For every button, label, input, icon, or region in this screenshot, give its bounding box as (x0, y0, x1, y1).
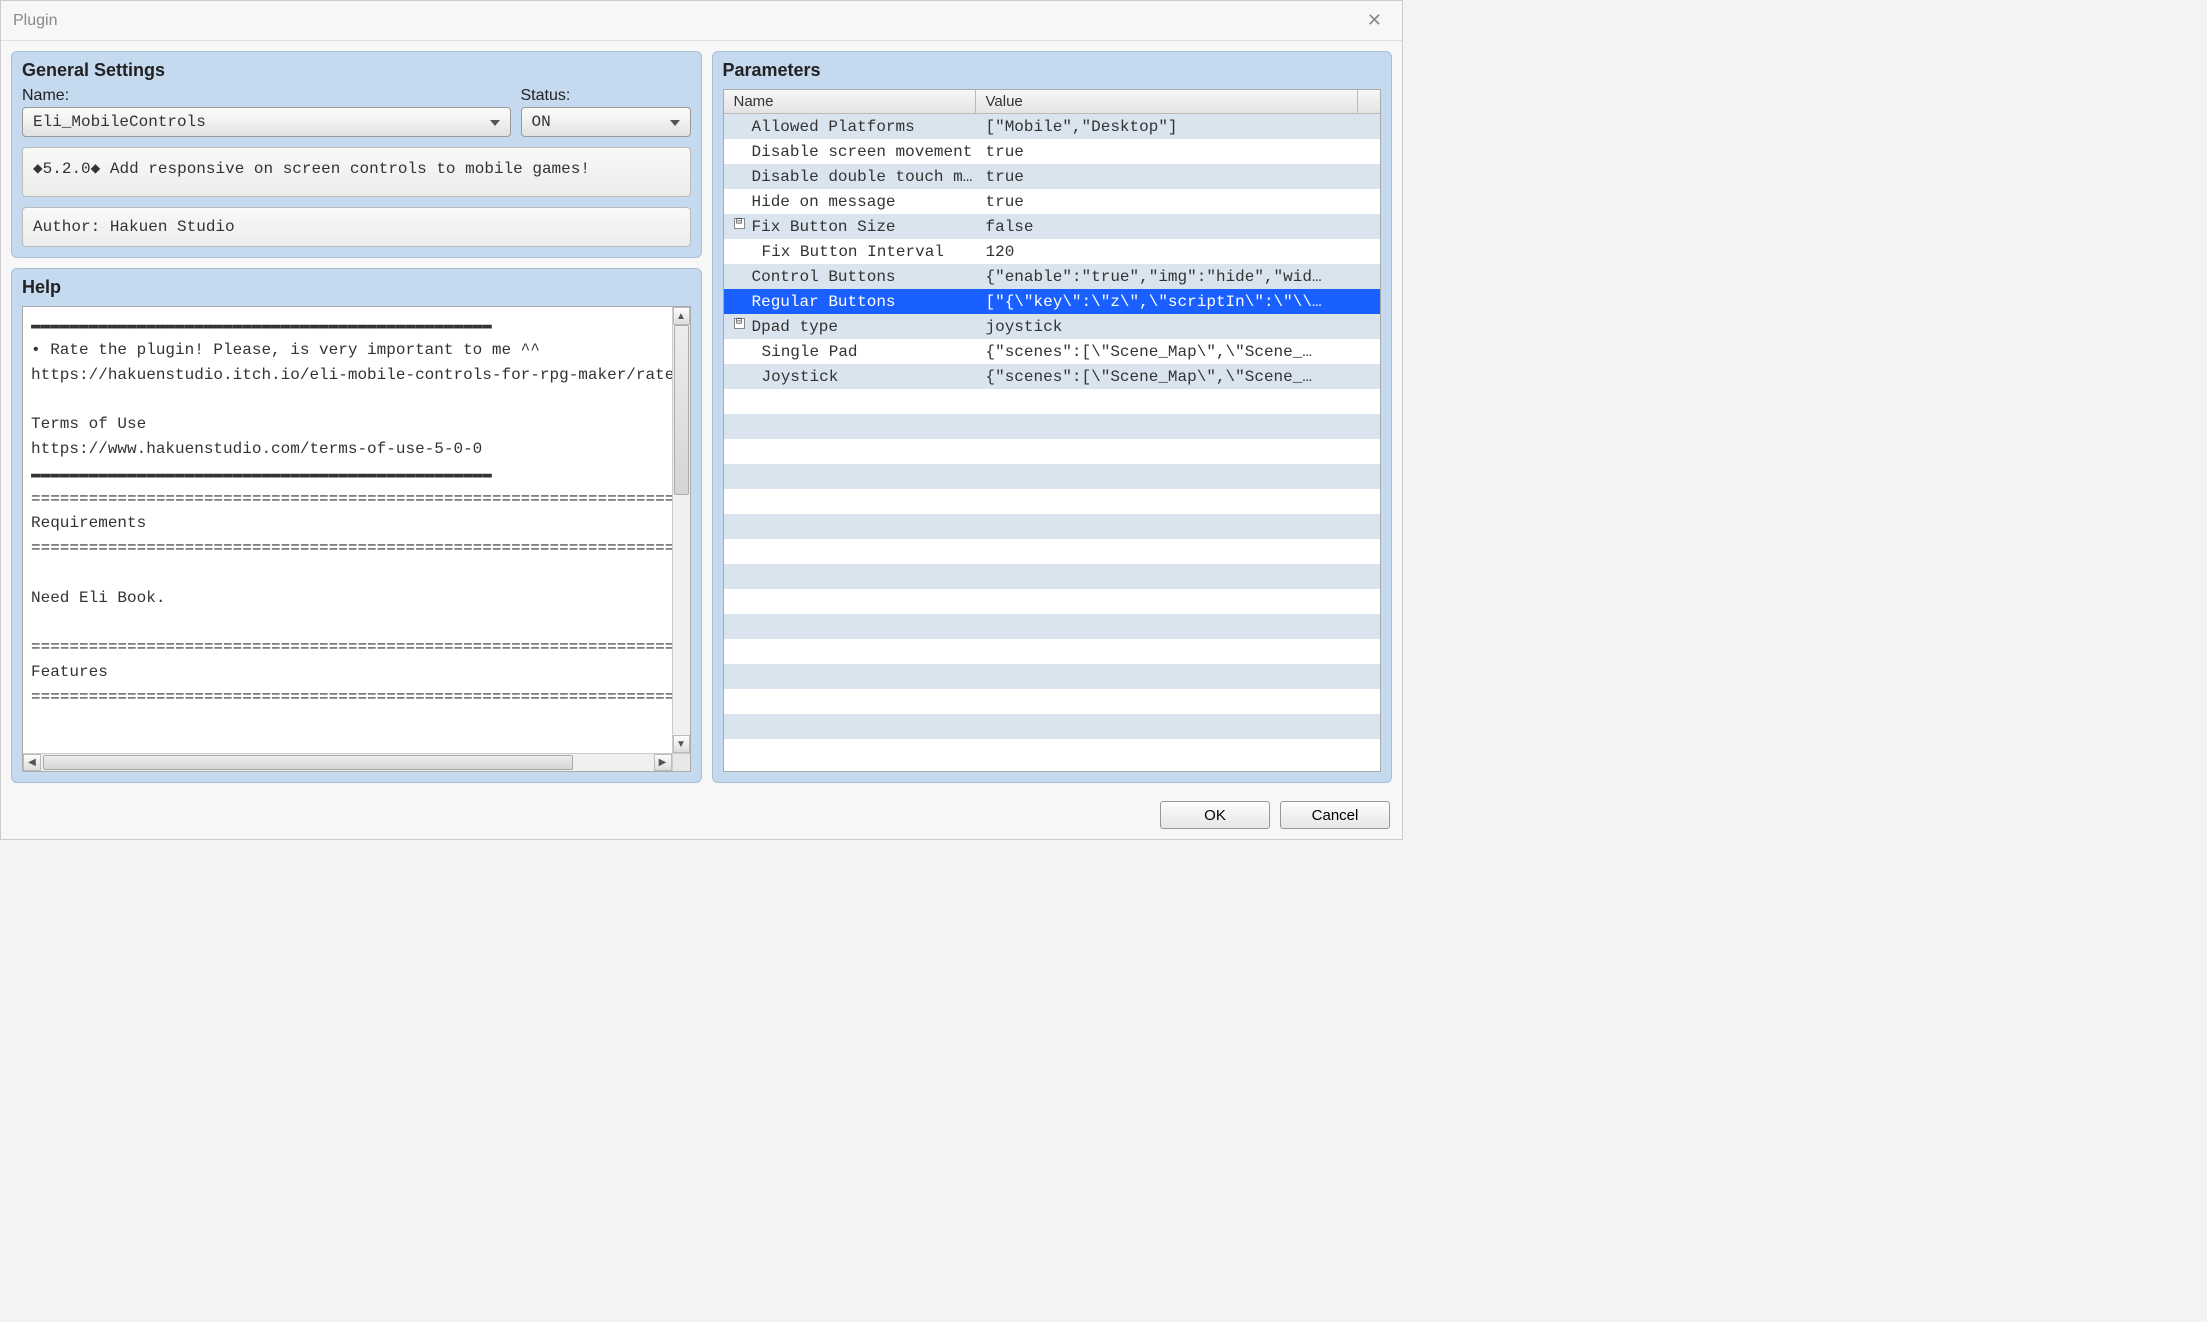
parameters-rows: Allowed Platforms["Mobile","Desktop"]Dis… (724, 114, 1381, 771)
plugin-name-value: Eli_MobileControls (33, 113, 206, 131)
general-settings-title: General Settings (22, 60, 691, 81)
parameter-value: {"scenes":[\"Scene_Map\",\"Scene_… (976, 343, 1381, 361)
help-title: Help (22, 277, 691, 298)
parameter-row-empty (724, 689, 1381, 714)
parameter-row[interactable]: Hide on messagetrue (724, 189, 1381, 214)
parameter-name: Allowed Platforms (724, 118, 976, 136)
parameter-name: Disable screen movement (724, 143, 976, 161)
close-icon[interactable]: ✕ (1359, 6, 1390, 35)
plugin-author: Author: Hakuen Studio (22, 207, 691, 247)
collapse-icon[interactable]: ⊟ (734, 218, 745, 229)
parameter-row[interactable]: Regular Buttons["{\"key\":\"z\",\"script… (724, 289, 1381, 314)
parameter-row[interactable]: Allowed Platforms["Mobile","Desktop"] (724, 114, 1381, 139)
parameter-value: ["Mobile","Desktop"] (976, 118, 1381, 136)
parameter-row-empty (724, 639, 1381, 664)
parameter-row-empty (724, 514, 1381, 539)
parameters-header: Name Value (724, 90, 1381, 114)
parameter-name: Single Pad (724, 343, 976, 361)
parameter-row-empty (724, 414, 1381, 439)
left-column: General Settings Name: Eli_MobileControl… (11, 51, 702, 783)
parameter-row[interactable]: Single Pad{"scenes":[\"Scene_Map\",\"Sce… (724, 339, 1381, 364)
scroll-right-icon[interactable]: ▶ (654, 754, 672, 771)
scroll-thumb[interactable] (674, 325, 689, 495)
general-settings-group: General Settings Name: Eli_MobileControl… (11, 51, 702, 258)
parameter-row-empty (724, 714, 1381, 739)
parameter-value: {"scenes":[\"Scene_Map\",\"Scene_… (976, 368, 1381, 386)
status-label: Status: (521, 87, 691, 105)
scroll-left-icon[interactable]: ◀ (23, 754, 41, 771)
parameter-value: false (976, 218, 1381, 236)
parameter-value: {"enable":"true","img":"hide","wid… (976, 268, 1381, 286)
column-header-name[interactable]: Name (724, 90, 976, 113)
plugin-status-value: ON (532, 113, 551, 131)
right-column: Parameters Name Value Allowed Platforms[… (712, 51, 1393, 783)
help-horizontal-scrollbar[interactable]: ◀ ▶ (23, 753, 672, 771)
parameter-row[interactable]: ⊟Fix Button Sizefalse (724, 214, 1381, 239)
parameter-row[interactable]: ⊟Dpad typejoystick (724, 314, 1381, 339)
help-textarea[interactable]: ▬▬▬▬▬▬▬▬▬▬▬▬▬▬▬▬▬▬▬▬▬▬▬▬▬▬▬▬▬▬▬▬▬▬▬▬▬▬▬▬… (22, 306, 691, 772)
parameter-value: true (976, 143, 1381, 161)
parameter-row[interactable]: Joystick{"scenes":[\"Scene_Map\",\"Scene… (724, 364, 1381, 389)
content-area: General Settings Name: Eli_MobileControl… (1, 41, 1402, 793)
parameters-table[interactable]: Name Value Allowed Platforms["Mobile","D… (723, 89, 1382, 772)
parameter-row[interactable]: Control Buttons{"enable":"true","img":"h… (724, 264, 1381, 289)
column-header-value[interactable]: Value (976, 90, 1359, 113)
parameter-value: true (976, 168, 1381, 186)
plugin-status-select[interactable]: ON (521, 107, 691, 137)
scroll-corner (672, 753, 690, 771)
scroll-down-icon[interactable]: ▼ (673, 735, 690, 753)
parameter-name: ⊟Fix Button Size (724, 218, 976, 236)
plugin-name-select[interactable]: Eli_MobileControls (22, 107, 511, 137)
parameter-value: 120 (976, 243, 1381, 261)
parameter-name: Disable double touch menu (724, 168, 976, 186)
scroll-up-icon[interactable]: ▲ (673, 307, 690, 325)
parameter-row[interactable]: Fix Button Interval120 (724, 239, 1381, 264)
name-label: Name: (22, 87, 511, 105)
parameter-row-empty (724, 389, 1381, 414)
parameters-title: Parameters (723, 60, 1382, 81)
parameter-row[interactable]: Disable double touch menutrue (724, 164, 1381, 189)
parameter-row-empty (724, 664, 1381, 689)
help-text: ▬▬▬▬▬▬▬▬▬▬▬▬▬▬▬▬▬▬▬▬▬▬▬▬▬▬▬▬▬▬▬▬▬▬▬▬▬▬▬▬… (23, 307, 690, 771)
parameter-row-empty (724, 539, 1381, 564)
titlebar: Plugin ✕ (1, 1, 1402, 41)
parameter-value: ["{\"key\":\"z\",\"scriptIn\":\"\\… (976, 293, 1381, 311)
plugin-description: ◆5.2.0◆ Add responsive on screen control… (22, 147, 691, 197)
parameter-row[interactable]: Disable screen movementtrue (724, 139, 1381, 164)
parameter-value: true (976, 193, 1381, 211)
parameters-group: Parameters Name Value Allowed Platforms[… (712, 51, 1393, 783)
hscroll-thumb[interactable] (43, 755, 573, 770)
dialog-buttons: OK Cancel (1, 793, 1402, 839)
parameter-name: ⊟Dpad type (724, 318, 976, 336)
parameter-name: Joystick (724, 368, 976, 386)
plugin-dialog: Plugin ✕ General Settings Name: Eli_Mobi… (0, 0, 1403, 840)
parameter-name: Regular Buttons (724, 293, 976, 311)
column-header-tail (1358, 90, 1380, 113)
help-vertical-scrollbar[interactable]: ▲ ▼ (672, 307, 690, 753)
parameter-row-empty (724, 439, 1381, 464)
parameter-name: Fix Button Interval (724, 243, 976, 261)
cancel-button[interactable]: Cancel (1280, 801, 1390, 829)
parameter-row-empty (724, 489, 1381, 514)
help-group: Help ▬▬▬▬▬▬▬▬▬▬▬▬▬▬▬▬▬▬▬▬▬▬▬▬▬▬▬▬▬▬▬▬▬▬▬… (11, 268, 702, 783)
parameter-name: Control Buttons (724, 268, 976, 286)
parameter-value: joystick (976, 318, 1381, 336)
parameter-name: Hide on message (724, 193, 976, 211)
parameter-row-empty (724, 589, 1381, 614)
parameter-row-empty (724, 564, 1381, 589)
collapse-icon[interactable]: ⊟ (734, 318, 745, 329)
ok-button[interactable]: OK (1160, 801, 1270, 829)
window-title: Plugin (13, 12, 57, 30)
parameter-row-empty (724, 464, 1381, 489)
parameter-row-empty (724, 614, 1381, 639)
